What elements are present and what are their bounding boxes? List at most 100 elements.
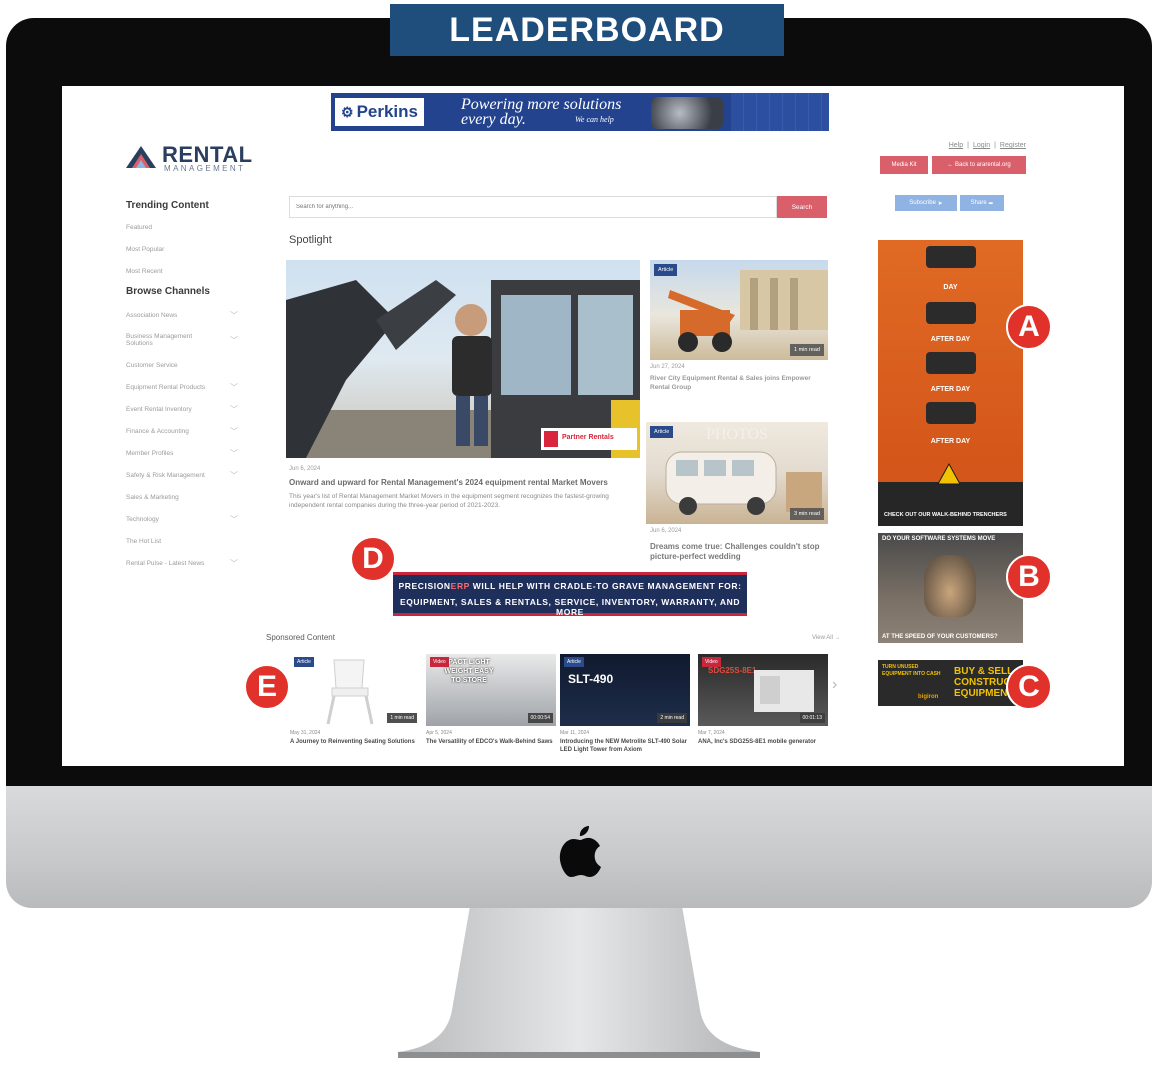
card-headline[interactable]: Introducing the NEW Metrolite SLT-490 So… [560,738,690,754]
share-label: Share [970,200,987,206]
ad-a-footer: CHECK OUT OUR WALK-BEHIND TRENCHERS [878,462,1023,526]
sponsored-card[interactable]: SLT-490 Article 2 min read Mar 11, 2024 … [560,654,690,754]
ad-a-line-day: DAY [943,284,958,291]
carousel-next-icon[interactable]: › [832,676,837,694]
card-headline[interactable]: ANA, Inc's SDG25S-8E1 mobile generator [698,738,828,746]
ad-d-line1: WILL HELP WITH CRADLE-TO GRAVE MANAGEMEN… [469,581,742,591]
perkins-brand-text: Perkins [356,102,418,121]
ad-cta: We can help [575,115,614,124]
sidebar-item-sales-marketing[interactable]: Sales & Marketing [126,486,238,508]
brand-mark-icon [937,462,961,485]
chevron-down-icon: ﹀ [230,404,238,414]
sidebar-item-finance-accounting[interactable]: Finance & Accounting ﹀ [126,420,238,442]
erp-brand: ERP [450,581,470,591]
card-date: Mar 7, 2024 [698,730,725,736]
chevron-down-icon: ﹀ [230,448,238,458]
link-separator: | [994,142,996,149]
sidebar-item-rental-pulse[interactable]: Rental Pulse - Latest News ﹀ [126,552,238,574]
trending-heading: Trending Content [126,200,209,211]
video-duration: 00:00:54 [527,713,553,723]
help-link[interactable]: Help [949,142,963,149]
trencher-image [926,246,976,268]
spotlight-side-image-1[interactable]: Article 1 min read [650,260,828,360]
sidebar-item-member-profiles[interactable]: Member Profiles ﹀ [126,442,238,464]
chevron-down-icon: ﹀ [230,310,238,320]
leaderboard-ad[interactable]: ⚙ Perkins Powering more solutions every d… [331,93,829,131]
sidebar-item-most-recent[interactable]: Most Recent [126,260,238,282]
login-link[interactable]: Login [973,142,990,149]
sidebar-item-customer-service[interactable]: Customer Service [126,354,238,376]
rectangle-ad[interactable]: DO YOUR SOFTWARE SYSTEMS MOVE AT THE SPE… [878,533,1023,643]
main-article-headline[interactable]: Onward and upward for Rental Management'… [289,478,639,488]
trencher-image [926,302,976,324]
skyscraper-ad[interactable]: DAY AFTER DAY AFTER DAY AFTER DAY CHECK … [878,240,1023,526]
leaderboard-label: LEADERBOARD [390,4,784,56]
media-kit-button[interactable]: Media Kit [880,156,928,174]
view-all-link[interactable]: View All → [812,635,841,641]
ad-a-line-after-1: AFTER DAY [930,336,971,343]
sponsored-card[interactable]: PACT LIGHT WEIGHT EASY TO STORE Video 00… [426,654,556,746]
side-article-headline-1[interactable]: River City Equipment Rental & Sales join… [650,374,828,392]
card-headline[interactable]: The Versatility of EDCO's Walk-Behind Sa… [426,738,556,746]
spotlight-heading: Spotlight [289,234,332,246]
sidebar-item-hot-list[interactable]: The Hot List [126,530,238,552]
register-link[interactable]: Register [1000,142,1026,149]
search-button[interactable]: Search [777,196,827,218]
chevron-down-icon: ﹀ [230,514,238,524]
ad-a-line-after-2: AFTER DAY [930,386,971,393]
callout-d: D [350,536,396,582]
side-article-date-2: Jun 6, 2024 [650,528,682,534]
mid-content-ad[interactable]: PRECISIONERP WILL HELP WITH CRADLE-TO GR… [393,572,747,617]
side-article-headline-2[interactable]: Dreams come true: Challenges couldn't st… [650,542,830,562]
read-time: 2 min read [657,713,687,723]
excavator-photo [286,280,640,458]
sidebar-item-event-rental-inventory[interactable]: Event Rental Inventory ﹀ [126,398,238,420]
sidebar-item-business-management[interactable]: Business Management Solutions ﹀ [126,326,238,354]
bigiron-logo: bigiron [918,694,939,700]
chevron-down-icon: ﹀ [230,382,238,392]
sponsored-heading: Sponsored Content [266,633,335,642]
read-time: 1 min read [790,344,824,356]
callout-a: A [1006,304,1052,350]
spotlight-main-image[interactable]: Partner Rentals [286,260,640,458]
partner-rentals-sign: Partner Rentals [562,434,614,441]
article-badge: Article [654,264,678,276]
search-input[interactable] [289,196,777,218]
ad-b-bottom-text: AT THE SPEED OF YOUR CUSTOMERS? [882,634,998,640]
ad-d-line2: EQUIPMENT, SALES & RENTALS, SERVICE, INV… [399,597,741,617]
site-logo[interactable]: RENTAL MANAGEMENT [124,142,254,178]
share-button[interactable]: Share ➦ [960,195,1004,211]
sidebar-item-association-news[interactable]: Association News ﹀ [126,304,238,326]
video-badge: Video [702,657,721,667]
share-arrow-icon: ➦ [988,200,994,207]
ad-tagline-2: every day. [461,111,526,128]
card-headline[interactable]: A Journey to Reinventing Seating Solutio… [290,738,420,746]
back-to-ararental-button[interactable]: ← Back to ararental.org [932,156,1026,174]
main-article-excerpt: This year's list of Rental Management Ma… [289,493,609,509]
engine-image [651,97,723,129]
ad-b-top-text: DO YOUR SOFTWARE SYSTEMS MOVE [882,536,996,542]
callout-c: C [1006,664,1052,710]
article-badge: Article [564,657,584,667]
subscribe-button[interactable]: Subscribe ➤ [895,195,957,211]
ad-c-left-text: TURN UNUSED EQUIPMENT INTO CASH [882,664,941,677]
sidebar-item-most-popular[interactable]: Most Popular [126,238,238,260]
subscribe-label: Subscribe [909,200,936,206]
precision-brand: PRECISION [398,581,451,591]
card-date: May 31, 2024 [290,730,321,736]
card-thumbnail: Article 1 min read [290,654,420,726]
apple-logo-icon [559,826,601,877]
card-thumbnail: SLT-490 Article 2 min read [560,654,690,726]
article-badge: Article [650,426,674,438]
sponsored-card[interactable]: SDG25S-8E1 Video 00:01:13 Mar 7, 2024 AN… [698,654,828,746]
sidebar-item-safety-risk[interactable]: Safety & Risk Management ﹀ [126,464,238,486]
card-date: Apr 5, 2024 [426,730,452,736]
sponsored-card[interactable]: Article 1 min read May 31, 2024 A Journe… [290,654,420,746]
sidebar-item-equipment-rental-products[interactable]: Equipment Rental Products ﹀ [126,376,238,398]
spotlight-side-image-2[interactable]: PHOTOS Article 3 min read [646,422,828,524]
sidebar-item-featured[interactable]: Featured [126,216,238,238]
sidebar-item-technology[interactable]: Technology ﹀ [126,508,238,530]
small-banner-ad[interactable]: TURN UNUSED EQUIPMENT INTO CASH BUY & SE… [878,660,1023,706]
trencher-image [926,402,976,424]
link-separator: | [967,142,969,149]
